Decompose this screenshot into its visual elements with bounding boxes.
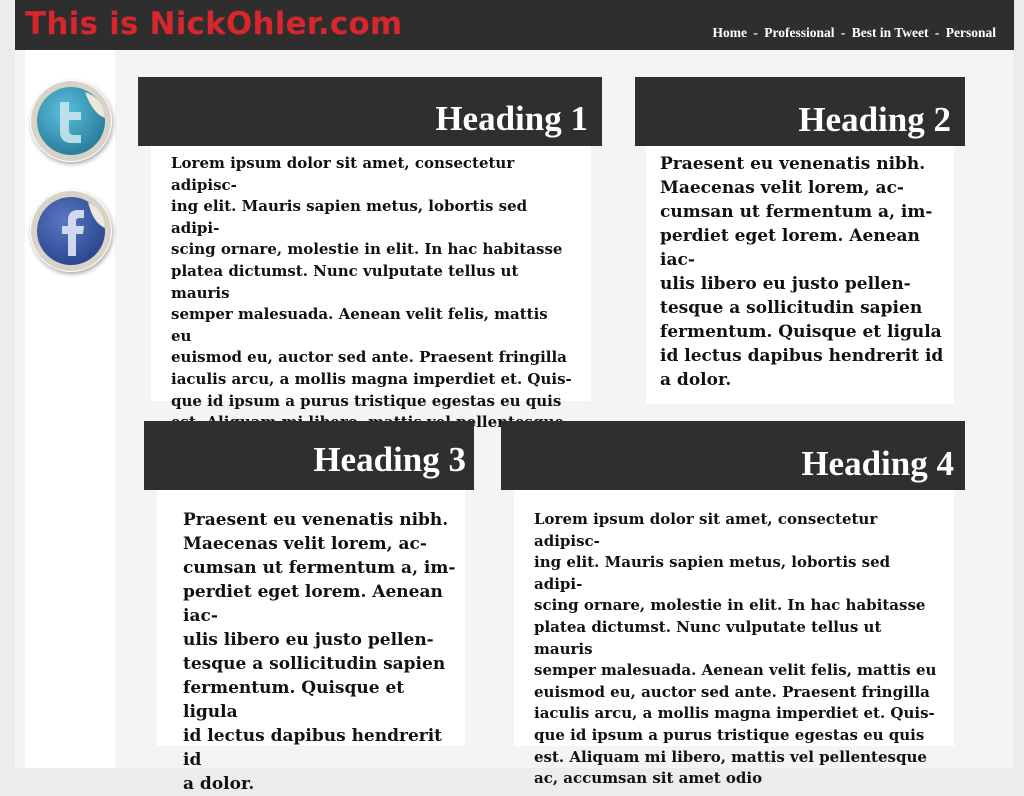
- section-2-text: Praesent eu venenatis nibh. Maecenas vel…: [660, 154, 944, 390]
- nav-link-personal[interactable]: Personal: [946, 25, 996, 40]
- section-1-heading: Heading 1: [138, 77, 602, 146]
- section-2-body: Praesent eu venenatis nibh. Maecenas vel…: [646, 146, 954, 404]
- site-title[interactable]: This is NickOhler.com: [25, 6, 402, 42]
- section-4-heading: Heading 4: [501, 421, 965, 490]
- twitter-icon: [31, 81, 111, 161]
- nav-separator: -: [840, 25, 846, 40]
- facebook-icon: [31, 191, 111, 271]
- site-header: This is NickOhler.com Home - Professiona…: [15, 0, 1014, 50]
- section-3-body: Praesent eu venenatis nibh. Maecenas vel…: [157, 490, 465, 794]
- section-1-text: Lorem ipsum dolor sit amet, consectetur …: [171, 154, 572, 453]
- nav-link-professional[interactable]: Professional: [764, 25, 834, 40]
- nav-link-home[interactable]: Home: [713, 25, 748, 40]
- nav-separator: -: [753, 25, 758, 40]
- section-4-text: Lorem ipsum dolor sit amet, consectetur …: [534, 510, 937, 788]
- facebook-link[interactable]: [30, 190, 112, 272]
- twitter-link[interactable]: [30, 80, 112, 162]
- section-3-text: Praesent eu venenatis nibh. Maecenas vel…: [183, 510, 456, 794]
- section-2-heading: Heading 2: [635, 77, 965, 146]
- nav-link-best-in-tweet[interactable]: Best in Tweet: [852, 25, 929, 40]
- section-3-heading: Heading 3: [144, 421, 474, 490]
- section-4-body: Lorem ipsum dolor sit amet, consectetur …: [514, 490, 954, 787]
- section-1-body: Lorem ipsum dolor sit amet, consectetur …: [151, 145, 591, 453]
- nav-separator: -: [934, 25, 940, 40]
- main-nav: Home - Professional - Best in Tweet - Pe…: [713, 25, 997, 41]
